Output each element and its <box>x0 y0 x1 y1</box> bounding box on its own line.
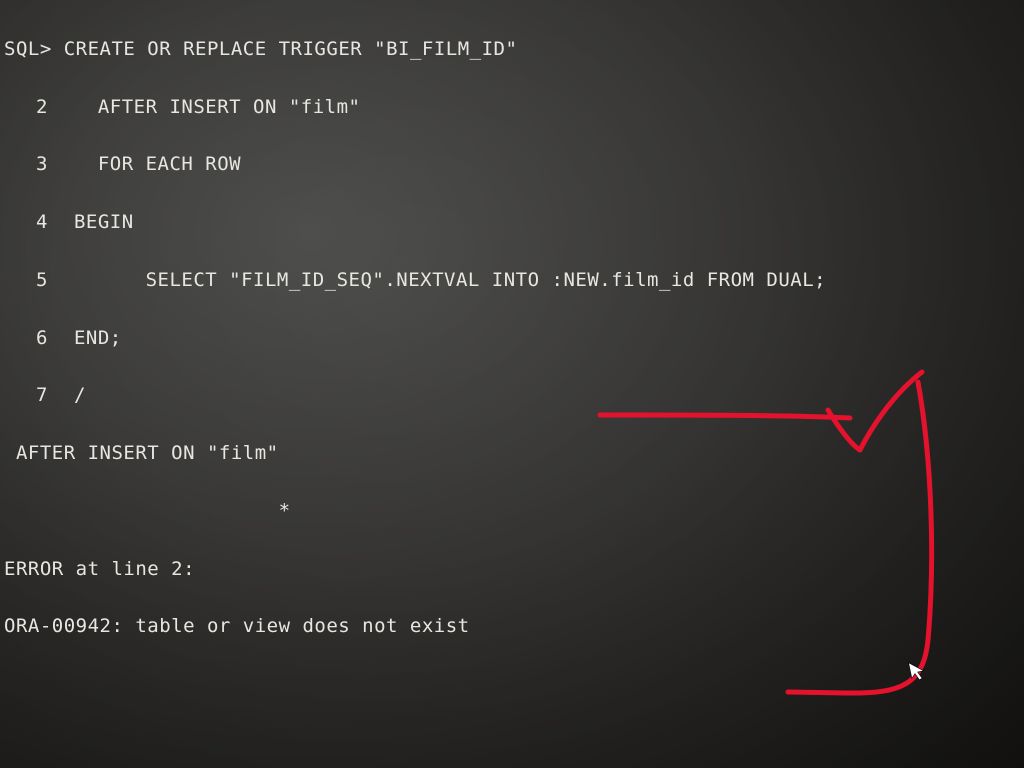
line-number: 3 <box>4 150 62 179</box>
sql-code: SELECT "FILM_ID_SEQ".NEXTVAL INTO :NEW.f… <box>146 269 827 291</box>
error-star: * <box>279 500 291 522</box>
blank-line <box>4 728 1020 757</box>
sql-echo-text: AFTER INSERT ON "film" <box>16 442 279 464</box>
sql-echo: AFTER INSERT ON "film" <box>4 439 1020 468</box>
sql-line: 2 AFTER INSERT ON "film" <box>4 93 1020 122</box>
sql-code: / <box>74 384 86 406</box>
sql-line: 4 BEGIN <box>4 208 1020 237</box>
blank-line <box>4 670 1020 699</box>
sql-line: 7 / <box>4 381 1020 410</box>
sql-code: BEGIN <box>74 211 134 233</box>
line-number: 7 <box>4 381 62 410</box>
line-number: 4 <box>4 208 62 237</box>
sql-line: 5 SELECT "FILM_ID_SEQ".NEXTVAL INTO :NEW… <box>4 266 1020 295</box>
sql-code: CREATE OR REPLACE TRIGGER "BI_FILM_ID" <box>64 38 518 60</box>
line-number: 5 <box>4 266 62 295</box>
sql-line: 6 END; <box>4 324 1020 353</box>
line-number: 6 <box>4 324 62 353</box>
sqlplus-terminal[interactable]: SQL> CREATE OR REPLACE TRIGGER "BI_FILM_… <box>0 0 1024 768</box>
error-message: ORA-00942: table or view does not exist <box>4 612 1020 641</box>
sql-line: SQL> CREATE OR REPLACE TRIGGER "BI_FILM_… <box>4 35 1020 64</box>
sql-line: 3 FOR EACH ROW <box>4 150 1020 179</box>
error-marker-line: * <box>4 497 1020 526</box>
sql-code: FOR EACH ROW <box>98 153 241 175</box>
sql-code: END; <box>74 327 122 349</box>
sql-code: AFTER INSERT ON "film" <box>98 96 361 118</box>
sql-prompt: SQL> <box>4 38 52 60</box>
error-at-line: ERROR at line 2: <box>4 555 1020 584</box>
line-number: 2 <box>4 93 62 122</box>
